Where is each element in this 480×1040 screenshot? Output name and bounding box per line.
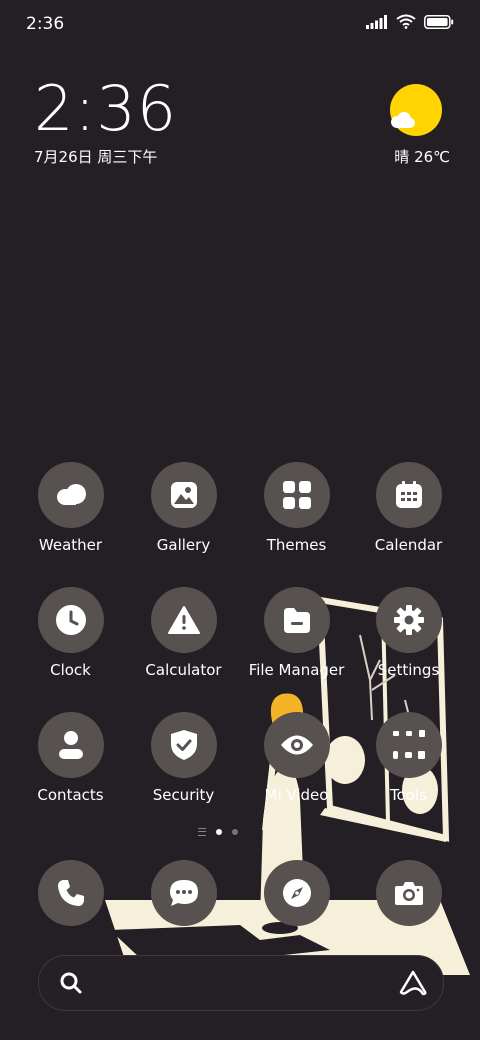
app-themes[interactable]: Themes (240, 462, 353, 554)
app-label: Settings (377, 661, 440, 679)
app-label: Themes (266, 536, 327, 554)
status-icons (366, 14, 454, 29)
app-clock[interactable]: Clock (14, 587, 127, 679)
dock-browser[interactable] (240, 860, 353, 926)
shield-icon (150, 712, 217, 778)
app-tools-folder[interactable]: Tools (352, 712, 465, 804)
app-security[interactable]: Security (127, 712, 240, 804)
camera-icon (375, 860, 442, 926)
app-contacts[interactable]: Contacts (14, 712, 127, 804)
calendar-icon (375, 462, 442, 528)
warning-icon (150, 587, 217, 653)
weather-text: 晴 26℃ (394, 148, 450, 166)
app-gallery[interactable]: Gallery (127, 462, 240, 554)
weather-widget[interactable]: 晴 26℃ (384, 84, 450, 166)
app-drawer-indicator[interactable] (198, 828, 206, 836)
dock-phone[interactable] (14, 860, 127, 926)
dock-messages[interactable] (127, 860, 240, 926)
chat-icon (150, 860, 217, 926)
assistant-icon[interactable] (399, 970, 427, 996)
phone-icon (37, 860, 104, 926)
app-label: Mi Video (264, 786, 329, 804)
page-dot[interactable] (232, 829, 238, 835)
app-file-manager[interactable]: File Manager (240, 587, 353, 679)
wifi-icon (396, 14, 416, 29)
dock-camera[interactable] (352, 860, 465, 926)
app-label: Contacts (37, 786, 104, 804)
app-mi-video[interactable]: Mi Video (240, 712, 353, 804)
image-icon (150, 462, 217, 528)
widget-time: 2:36 (34, 72, 178, 145)
signal-icon (366, 14, 387, 29)
app-label: Gallery (156, 536, 211, 554)
widget-date: 7月26日 周三下午 (34, 148, 158, 166)
folder-icon (263, 587, 330, 653)
compass-icon (263, 860, 330, 926)
eye-icon (263, 712, 330, 778)
app-label: Calculator (145, 661, 222, 679)
clock-icon (37, 587, 104, 653)
app-label: Tools (390, 786, 427, 804)
gear-icon (375, 587, 442, 653)
grid-icon (263, 462, 330, 528)
status-time: 2:36 (26, 14, 65, 34)
app-label: Calendar (374, 536, 443, 554)
person-icon (37, 712, 104, 778)
app-weather[interactable]: Weather (14, 462, 127, 554)
app-calendar[interactable]: Calendar (352, 462, 465, 554)
sun-cloud-icon (390, 84, 442, 136)
page-indicator[interactable] (198, 828, 238, 836)
app-label: Clock (50, 661, 91, 679)
clock-widget[interactable]: 2:36 7月26日 周三下午 (34, 78, 177, 167)
app-label: File Manager (248, 661, 345, 679)
page-dot-active[interactable] (216, 829, 222, 835)
cloud-icon (37, 462, 104, 528)
app-label: Weather (38, 536, 103, 554)
search-bar[interactable] (38, 955, 444, 1011)
status-bar: 2:36 (0, 0, 480, 50)
tools-folder-icon (375, 712, 442, 778)
search-icon (60, 972, 82, 994)
app-calculator[interactable]: Calculator (127, 587, 240, 679)
app-settings[interactable]: Settings (352, 587, 465, 679)
battery-icon (424, 14, 454, 29)
app-label: Security (152, 786, 215, 804)
